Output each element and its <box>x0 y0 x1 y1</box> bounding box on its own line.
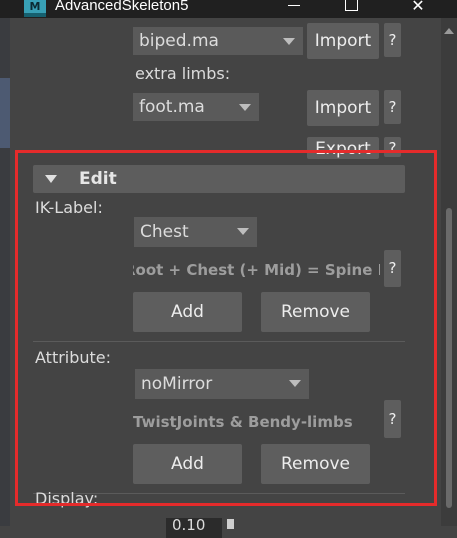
window-title: AdvancedSkeleton5 <box>55 0 189 14</box>
export-button[interactable]: Export <box>307 137 379 159</box>
help-button-export[interactable]: ? <box>384 137 401 157</box>
help-button-biped[interactable]: ? <box>384 23 401 57</box>
divider <box>33 341 405 342</box>
background-window-fragment <box>0 78 10 148</box>
chevron-down-icon <box>230 218 256 244</box>
attribute-add-button[interactable]: Add <box>133 444 242 484</box>
attribute-dropdown-value: noMirror <box>141 374 213 394</box>
ik-label-dropdown[interactable]: Chest <box>134 217 257 247</box>
scroll-up-arrow-icon[interactable] <box>444 28 454 34</box>
biped-dropdown-value: biped.ma <box>139 31 219 51</box>
chevron-down-icon <box>232 94 258 120</box>
collapse-triangle-icon <box>45 175 57 183</box>
attribute-info-text: TwistJoints & Bendy-limbs <box>133 413 353 431</box>
import-button[interactable]: Import <box>307 23 379 59</box>
title-bar: M AdvancedSkeleton5 ✕ <box>0 0 457 18</box>
display-value-field[interactable]: 0.10 <box>166 518 222 538</box>
edit-section-header[interactable]: Edit <box>33 165 405 193</box>
extra-limbs-label: extra limbs: <box>135 64 231 83</box>
attribute-dropdown[interactable]: noMirror <box>135 369 309 399</box>
attribute-label: Attribute: <box>35 348 112 367</box>
extra-limbs-dropdown[interactable]: foot.ma <box>133 93 259 121</box>
ik-info-text: Root + Chest (+ Mid) = Spine IK <box>133 261 380 279</box>
import-extra-limb-button[interactable]: Import <box>307 90 379 126</box>
ik-label-label: IK-Label: <box>35 198 103 217</box>
chevron-down-icon <box>282 370 308 396</box>
scroll-thumb[interactable] <box>446 208 452 508</box>
slider-handle[interactable] <box>227 519 234 529</box>
maximize-icon <box>345 0 358 11</box>
display-value-text: 0.10 <box>172 518 206 534</box>
attribute-remove-button[interactable]: Remove <box>261 444 370 484</box>
maximize-button[interactable] <box>330 0 370 18</box>
edit-section-title: Edit <box>79 169 117 189</box>
display-label: Display: <box>35 489 99 508</box>
biped-template-dropdown[interactable]: biped.ma <box>133 27 303 55</box>
help-button-attribute[interactable]: ? <box>384 400 401 438</box>
close-icon: ✕ <box>411 0 425 15</box>
ik-remove-button[interactable]: Remove <box>261 292 370 332</box>
close-button[interactable]: ✕ <box>398 0 438 18</box>
ik-label-info: Root + Chest (+ Mid) = Spine IK <box>133 260 380 282</box>
attribute-info: TwistJoints & Bendy-limbs <box>133 412 373 434</box>
minimize-icon <box>288 5 300 6</box>
maya-app-icon: M <box>24 0 46 17</box>
ik-add-button[interactable]: Add <box>133 292 242 332</box>
vertical-scrollbar[interactable] <box>441 18 457 526</box>
help-button-ik-label[interactable]: ? <box>384 250 401 287</box>
ik-dropdown-value: Chest <box>140 222 189 242</box>
background-window-strip <box>0 18 10 526</box>
help-button-extra-limbs[interactable]: ? <box>384 90 401 124</box>
minimize-button[interactable] <box>274 0 314 18</box>
chevron-down-icon <box>276 28 302 54</box>
foot-dropdown-value: foot.ma <box>139 97 205 117</box>
